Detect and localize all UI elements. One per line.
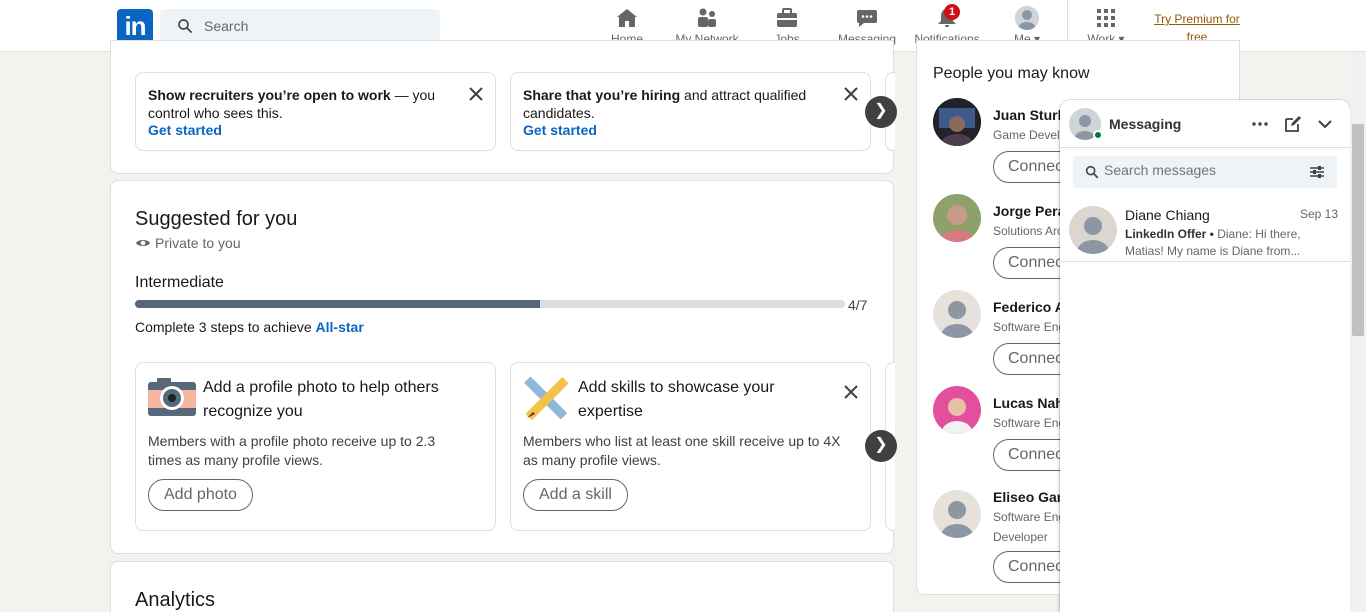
conversation-preview: LinkedIn Offer • Diane: Hi there, Matias… [1125,227,1301,258]
carousel-next-button[interactable]: ❯ [865,430,897,462]
add-skills-card: Add skills to showcase your expertise Me… [510,362,871,531]
conversation-date: Sep 13 [1300,207,1339,221]
home-icon [617,9,637,27]
search-icon [178,19,192,33]
messaging-header[interactable]: Messaging [1060,100,1350,148]
open-to-work-card: Show recruiters you’re open to work — yo… [135,72,496,151]
person-photo[interactable] [933,98,981,146]
avatar-placeholder-icon[interactable] [933,290,981,338]
avatar-icon [1015,6,1039,30]
tools-icon [524,376,569,420]
conversation-name: Diane Chiang [1125,207,1210,223]
chevron-down-icon[interactable] [1316,115,1334,133]
steps-text: Complete 3 steps to achieve All-star [135,319,364,335]
carousel-next-button[interactable]: ❯ [865,96,897,128]
section-title: Analytics [135,589,216,611]
chat-icon [857,10,877,27]
section-title: Suggested for you [135,208,298,230]
card-body: Members with a profile photo receive up … [148,433,436,468]
search-bar[interactable] [160,9,440,43]
briefcase-icon [777,8,797,27]
person-photo[interactable] [933,194,981,242]
analytics-section: Analytics [110,561,894,612]
person-name[interactable]: Federico A [993,299,1065,315]
linkedin-logo[interactable]: in [117,9,153,43]
network-icon [698,8,716,27]
card-title: Add a profile photo to help others recog… [203,379,439,420]
close-icon[interactable] [842,383,860,401]
compose-icon[interactable] [1284,115,1302,133]
open-to-work-section: Show recruiters you’re open to work — yo… [110,40,897,174]
close-icon[interactable] [842,85,860,103]
add-photo-card: Add a profile photo to help others recog… [135,362,496,531]
profile-level: Intermediate [135,274,224,291]
get-started-link[interactable]: Get started [523,121,597,139]
person-name[interactable]: Eliseo Gam [993,489,1069,505]
person-name[interactable]: Jorge Peral [993,203,1069,219]
card-title: Add skills to showcase your expertise [578,379,775,420]
close-icon[interactable] [467,85,485,103]
notification-badge: 1 [944,4,960,20]
search-input[interactable] [204,18,424,34]
get-started-link[interactable]: Get started [148,121,222,139]
online-status-dot [1093,130,1103,140]
page-scrollbar[interactable] [1350,52,1366,612]
filter-icon[interactable] [1309,164,1325,180]
messaging-overlay: Messaging Diane Chiang Sep 13 LinkedIn O… [1060,100,1350,612]
hiring-card: Share that you’re hiring and attract qua… [510,72,871,151]
suggested-section: Suggested for you Private to you Interme… [110,180,897,554]
card-body: Members who list at least one skill rece… [523,433,841,468]
search-icon [1085,165,1099,179]
progress-fill [135,300,541,308]
open-to-work-text: Show recruiters you’re open to work — yo… [148,87,436,121]
avatar [1069,206,1117,254]
person-headline-line2: Developer [993,530,1048,544]
progress-count: 4/7 [848,297,868,313]
person-photo[interactable] [933,386,981,434]
avatar-placeholder-icon[interactable] [933,490,981,538]
privacy-note: Private to you [135,235,241,251]
pymk-title: People you may know [933,65,1090,82]
all-star-link[interactable]: All-star [316,319,364,335]
camera-icon [148,378,196,416]
grid-icon [1097,9,1115,27]
message-search[interactable] [1073,156,1337,188]
conversation-item[interactable]: Diane Chiang Sep 13 LinkedIn Offer • Dia… [1060,198,1350,262]
eye-icon [136,240,150,246]
hiring-text: Share that you’re hiring and attract qua… [523,87,807,121]
person-name[interactable]: Juan Sturla [993,107,1069,123]
add-photo-button[interactable]: Add photo [148,479,253,511]
progress-bar [135,300,845,308]
messaging-title: Messaging [1109,116,1182,132]
message-search-input[interactable] [1104,162,1294,178]
add-skill-button[interactable]: Add a skill [523,479,628,511]
more-options-icon[interactable] [1251,115,1269,133]
scrollbar-thumb[interactable] [1352,124,1364,336]
